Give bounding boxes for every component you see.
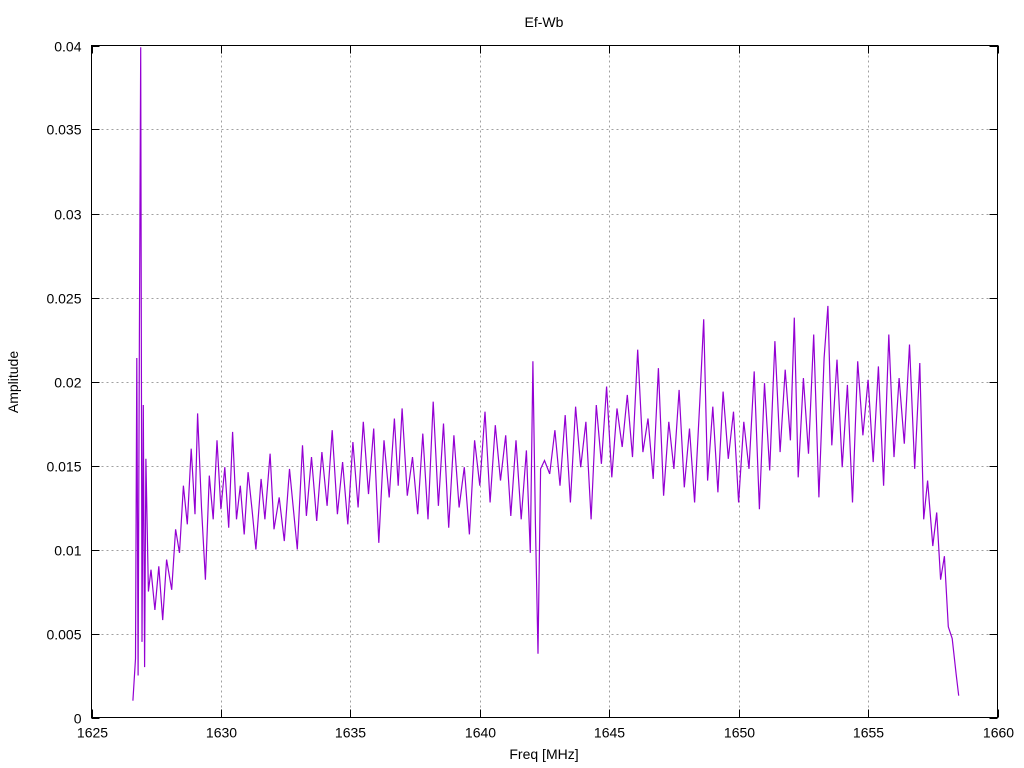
x-tick-label: 1650 [724, 725, 755, 741]
y-tick-label: 0.03 [54, 207, 81, 223]
y-tick-label: 0.04 [54, 39, 81, 55]
x-tick-label: 1630 [206, 725, 237, 741]
x-tick-label: 1660 [983, 725, 1014, 741]
y-tick-label: 0 [74, 711, 82, 727]
series-line [132, 47, 960, 701]
x-axis-label: Freq [MHz] [509, 746, 578, 762]
y-tick-label: 0.025 [46, 291, 81, 307]
x-tick-label: 1645 [594, 725, 625, 741]
x-tick-label: 1625 [77, 725, 108, 741]
y-tick-label: 0.02 [54, 375, 81, 391]
grid [91, 45, 998, 718]
x-tick-label: 1640 [465, 725, 496, 741]
y-tick-label: 0.005 [46, 627, 81, 643]
chart: 1625 1630 1635 1640 1645 1650 1655 1660 0 0.005 0.… [5, 14, 1014, 762]
series [132, 47, 960, 701]
x-tick-label: 1655 [853, 725, 884, 741]
y-tick-label: 0.015 [46, 459, 81, 475]
y-tick-label: 0.01 [54, 543, 81, 559]
x-tick-label: 1635 [335, 725, 366, 741]
chart-title: Ef-Wb [525, 14, 564, 30]
y-tick-label: 0.035 [46, 122, 81, 138]
plot-border [91, 45, 998, 718]
y-axis-label: Amplitude [5, 351, 21, 413]
